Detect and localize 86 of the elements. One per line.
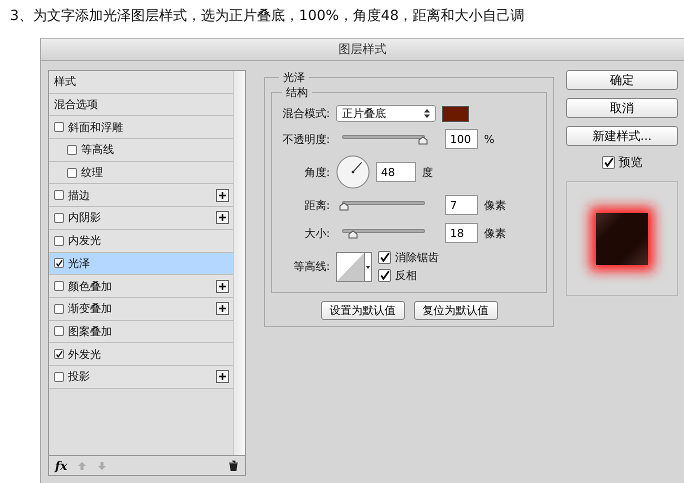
checkbox[interactable] <box>378 251 391 264</box>
field-label: 距离: <box>303 198 330 212</box>
style-label: 内发光 <box>68 233 102 248</box>
style-list-item[interactable]: 纹理 <box>49 162 233 184</box>
trash-icon[interactable] <box>228 460 239 471</box>
style-list-item[interactable]: 图案叠加 <box>49 320 233 344</box>
default-button[interactable]: 设置为默认值 <box>320 301 404 320</box>
checkbox[interactable] <box>54 349 64 360</box>
add-icon[interactable] <box>216 280 229 293</box>
style-label: 投影 <box>68 369 91 384</box>
add-icon[interactable] <box>216 188 229 202</box>
preview-label: 预览 <box>618 154 642 171</box>
unit-label: 度 <box>422 164 433 180</box>
style-list-item[interactable]: 斜面和浮雕 <box>49 116 233 140</box>
slider-track[interactable] <box>342 133 425 145</box>
checkbox[interactable] <box>54 236 64 246</box>
checkbox[interactable] <box>54 190 64 200</box>
style-list-item[interactable]: 颜色叠加 <box>49 275 233 298</box>
checkbox[interactable] <box>378 269 391 282</box>
style-list-item[interactable]: 外发光 <box>49 343 233 366</box>
style-label: 斜面和浮雕 <box>68 120 124 135</box>
field-label: 混合模式: <box>281 106 330 121</box>
style-label: 光泽 <box>68 256 91 271</box>
style-list-item[interactable]: 内发光 <box>49 230 233 252</box>
field-label: 大小: <box>303 226 330 240</box>
checkbox[interactable] <box>54 122 64 132</box>
scrollbar[interactable] <box>233 71 245 455</box>
action-button[interactable]: 确定 <box>566 70 678 90</box>
style-list-item[interactable]: 描边 <box>49 184 233 208</box>
option-label: 消除锯齿 <box>395 250 439 265</box>
checkbox[interactable] <box>54 212 64 223</box>
style-list-item[interactable]: 渐变叠加 <box>49 298 233 321</box>
dropdown-arrows-icon <box>424 109 430 118</box>
checkbox[interactable] <box>67 144 77 155</box>
field-label: 不透明度: <box>281 132 330 146</box>
unit-label: 像素 <box>484 198 506 212</box>
blend-mode-select[interactable]: 正片叠底 <box>336 105 436 122</box>
field-label: 角度: <box>303 164 330 180</box>
color-swatch[interactable] <box>442 106 469 122</box>
angle-field[interactable]: 48 <box>376 162 416 182</box>
style-label: 颜色叠加 <box>68 278 113 294</box>
style-label: 外发光 <box>68 346 102 362</box>
style-list-item[interactable]: 等高线 <box>49 139 233 162</box>
value-field[interactable]: 18 <box>445 223 478 243</box>
contour-picker[interactable] <box>336 252 372 282</box>
slider-track[interactable] <box>342 227 425 239</box>
add-icon[interactable] <box>216 370 229 384</box>
style-label: 等高线 <box>81 142 115 158</box>
style-list-item[interactable]: 光泽 <box>49 252 233 276</box>
value-field[interactable]: 100 <box>445 129 478 149</box>
unit-label: % <box>484 132 494 146</box>
slider-track[interactable] <box>342 199 425 211</box>
style-list-item[interactable]: 内阴影 <box>49 207 233 230</box>
checkbox[interactable] <box>54 258 64 268</box>
style-label: 渐变叠加 <box>68 301 113 316</box>
fx-label[interactable]: fx <box>55 458 68 472</box>
style-label: 图案叠加 <box>68 324 113 339</box>
value-field[interactable]: 7 <box>445 195 478 215</box>
add-icon[interactable] <box>216 302 229 316</box>
style-label: 纹理 <box>81 165 104 180</box>
checkbox[interactable] <box>54 372 64 382</box>
checkbox[interactable] <box>54 326 64 336</box>
style-label: 样式 <box>54 74 77 90</box>
field-label: 等高线: <box>292 259 330 274</box>
style-list-item[interactable]: 样式 <box>49 71 233 94</box>
style-list-item[interactable]: 混合选项 <box>49 94 233 116</box>
default-button[interactable]: 复位为默认值 <box>414 301 498 320</box>
style-label: 描边 <box>68 188 91 203</box>
group-title: 结构 <box>285 85 309 100</box>
caption-text: 3、为文字添加光泽图层样式，选为正片叠底，100%，角度48，距离和大小自己调 <box>9 7 526 26</box>
checkbox[interactable] <box>54 281 64 292</box>
window-title: 图层样式 <box>338 41 386 58</box>
unit-label: 像素 <box>484 226 506 240</box>
option-label: 反相 <box>395 268 417 283</box>
add-icon[interactable] <box>216 211 229 224</box>
checkbox[interactable] <box>54 304 64 314</box>
style-label: 内阴影 <box>68 210 102 226</box>
slider-thumb[interactable] <box>338 202 349 211</box>
style-label: 混合选项 <box>54 97 99 112</box>
action-button[interactable]: 取消 <box>566 98 678 118</box>
checkbox[interactable] <box>67 168 77 178</box>
action-button[interactable]: 新建样式... <box>566 126 678 146</box>
angle-dial[interactable] <box>336 155 370 189</box>
style-list-item[interactable]: 投影 <box>49 366 233 389</box>
group-title: 光泽 <box>282 70 306 85</box>
checkbox[interactable] <box>602 156 614 169</box>
